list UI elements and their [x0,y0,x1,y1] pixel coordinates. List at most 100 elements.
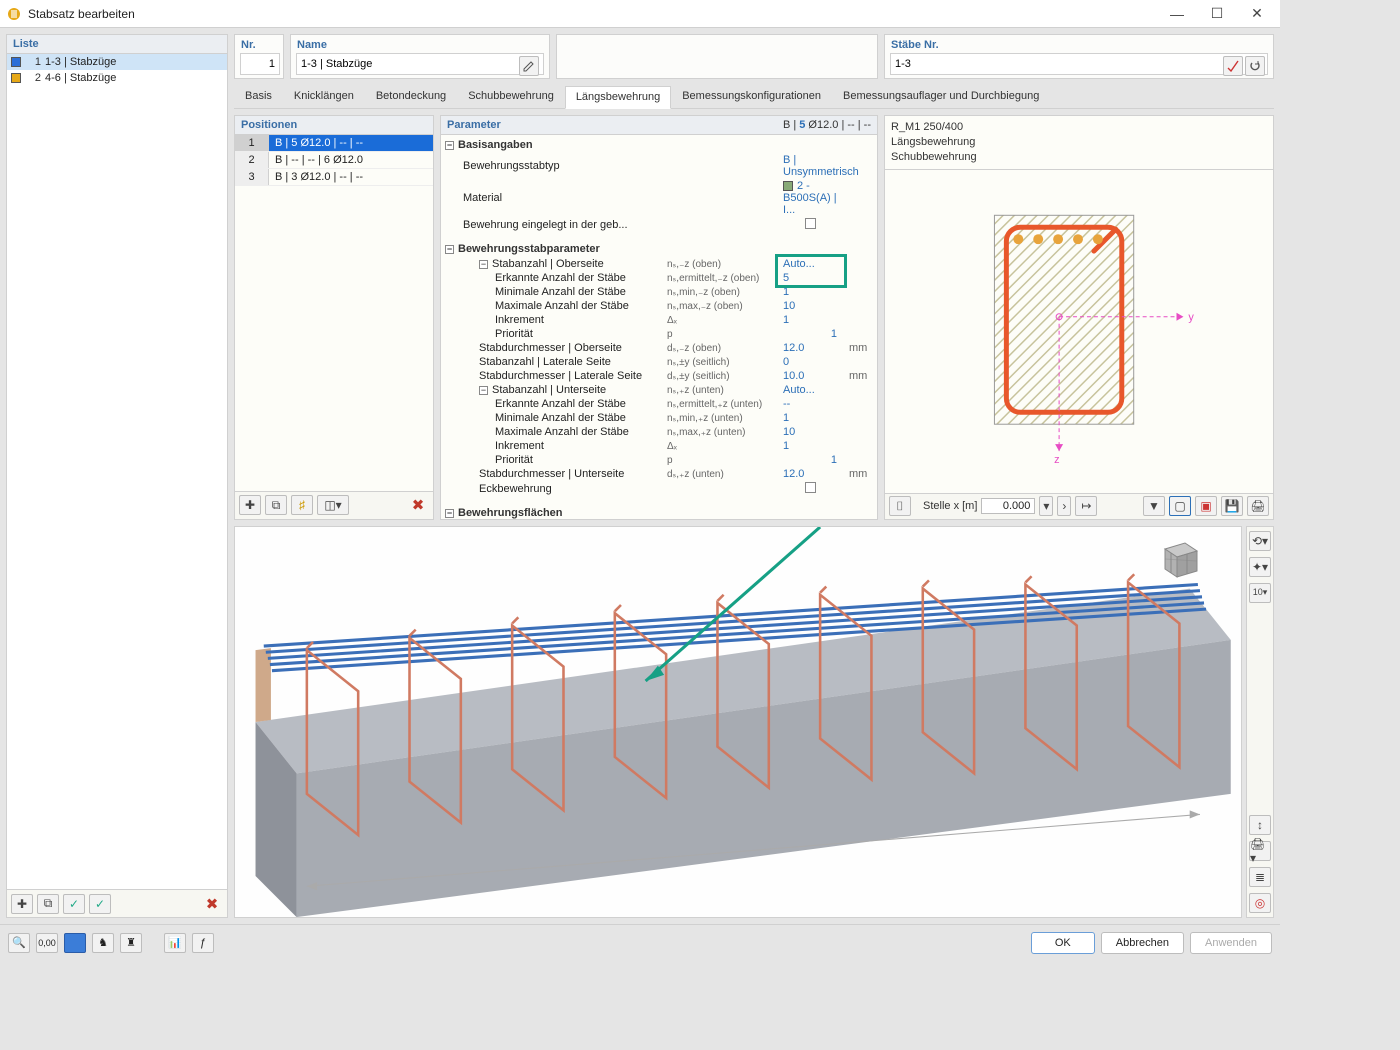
param-row[interactable]: Erkannte Anzahl der Stäbe nₛ,ermittelt,₊… [441,397,877,411]
position-row[interactable]: 3B | 3 Ø12.0 | -- | -- [235,169,433,186]
param-value[interactable]: 1 [783,454,841,466]
param-group-header[interactable]: −Bewehrungsflächen [441,505,877,520]
close-button[interactable]: ✕ [1246,5,1268,23]
list-row[interactable]: 2 4-6 | Stabzüge [7,70,227,86]
cs-section-icon[interactable]: ⌷ [889,496,911,516]
param-row[interactable]: Priorität p 1 [441,453,877,467]
param-row[interactable]: Inkrement Δₓ 1 [441,313,877,327]
minimize-button[interactable]: — [1166,5,1188,23]
param-row[interactable]: Erkannte Anzahl der Stäbe nₛ,ermittelt,₋… [441,271,877,285]
param-row[interactable]: Bewehrungsstabtyp B | Unsymmetrisch [441,153,877,179]
footer-script-icon[interactable]: ƒ [192,933,214,953]
tab-basis[interactable]: Basis [234,85,283,108]
param-value[interactable]: 1 [783,440,841,452]
tab-beton[interactable]: Betondeckung [365,85,457,108]
tab-schub[interactable]: Schubbewehrung [457,85,565,108]
pos-view-button[interactable]: ◫▾ [317,495,349,515]
cs-filter-icon[interactable]: ▼ [1143,496,1165,516]
collapse-icon[interactable]: − [445,141,454,150]
position-row[interactable]: 1B | 5 Ø12.0 | -- | -- [235,135,433,152]
param-row[interactable]: Maximale Anzahl der Stäbe nₛ,max,₊z (unt… [441,425,877,439]
param-value[interactable]: 5 [783,272,841,284]
collapse-icon[interactable]: − [445,509,454,518]
param-value[interactable]: 12.0 [783,342,841,354]
reset-members-icon[interactable] [1245,56,1265,76]
vp-axes-icon[interactable]: ✦▾ [1249,557,1271,577]
param-value[interactable]: 0 [783,356,841,368]
param-value[interactable]: Auto... [783,384,841,396]
maximize-button[interactable]: ☐ [1206,5,1228,23]
footer-search-icon[interactable]: 🔍 [8,933,30,953]
param-value[interactable] [783,218,841,232]
param-value[interactable]: -- [783,398,841,410]
param-row[interactable]: Maximale Anzahl der Stäbe nₛ,max,₋z (obe… [441,299,877,313]
param-value[interactable]: 10 [783,426,841,438]
param-row[interactable]: −Stabanzahl | Oberseite nₛ,₋z (oben) Aut… [441,257,877,271]
name-edit-icon[interactable] [519,56,539,76]
check-off-button[interactable]: ✓ [89,894,111,914]
new-item-button[interactable]: ✚ [11,894,33,914]
tab-knick[interactable]: Knicklängen [283,85,365,108]
copy-item-button[interactable]: ⧉ [37,894,59,914]
vp-reverse-icon[interactable]: ↕ [1249,815,1271,835]
param-row[interactable]: Stabdurchmesser | Unterseite dₛ,₊z (unte… [441,467,877,481]
param-row[interactable]: Eckbewehrung [441,481,877,497]
param-row[interactable]: −Stabanzahl | Unterseite nₛ,₊z (unten) A… [441,383,877,397]
footer-wizard2-icon[interactable]: ♜ [120,933,142,953]
param-value[interactable]: 1 [783,286,841,298]
param-group-header[interactable]: −Bewehrungsstabparameter [441,241,877,257]
pos-copy-button[interactable]: ⧉ [265,495,287,515]
nr-input[interactable] [241,54,279,74]
collapse-icon[interactable]: − [445,245,454,254]
pick-members-icon[interactable] [1223,56,1243,76]
param-row[interactable]: Inkrement Δₓ 1 [441,439,877,453]
name-input[interactable] [297,54,543,74]
stelle-step-icon[interactable]: › [1057,496,1071,516]
param-value[interactable]: 1 [783,412,841,424]
footer-color-icon[interactable] [64,933,86,953]
param-value[interactable]: 2 - B500S(A) | I... [783,180,841,216]
param-value[interactable]: 12.0 [783,468,841,480]
stelle-spin-icon[interactable]: ▾ [1039,496,1053,516]
tab-laengs[interactable]: Längsbewehrung [565,86,671,109]
expand-icon[interactable]: − [479,386,488,395]
param-value[interactable]: 1 [783,314,841,326]
pos-sort-button[interactable]: ♯ [291,495,313,515]
footer-chart-icon[interactable]: 📊 [164,933,186,953]
cross-section-view[interactable]: y z [884,170,1274,494]
param-value[interactable]: B | Unsymmetrisch [783,154,841,178]
param-row[interactable]: Stabdurchmesser | Laterale Seite dₛ,±y (… [441,369,877,383]
tab-bkonf[interactable]: Bemessungskonfigurationen [671,85,832,108]
param-value[interactable]: 10.0 [783,370,841,382]
viewport-3d[interactable] [234,526,1242,918]
tab-bauf[interactable]: Bemessungsauflager und Durchbiegung [832,85,1050,108]
vp-list-icon[interactable]: ≣ [1249,867,1271,887]
cs-save-icon[interactable]: 💾 [1221,496,1243,516]
param-value[interactable]: Auto... [783,258,841,270]
delete-item-button[interactable]: ✖ [201,894,223,914]
checkbox[interactable] [805,482,816,493]
vp-print-icon[interactable]: 🖨▾ [1249,841,1271,861]
check-on-button[interactable]: ✓ [63,894,85,914]
ok-button[interactable]: OK [1031,932,1095,954]
cs-view2-icon[interactable]: ▣ [1195,496,1217,516]
param-row[interactable]: Minimale Anzahl der Stäbe nₛ,min,₋z (obe… [441,285,877,299]
vp-scale-icon[interactable]: 10▾ [1249,583,1271,603]
pos-delete-button[interactable]: ✖ [407,495,429,515]
param-group-header[interactable]: −Basisangaben [441,137,877,153]
param-row[interactable]: Priorität p 1 [441,327,877,341]
list-row[interactable]: 1 1-3 | Stabzüge [7,54,227,70]
cancel-button[interactable]: Abbrechen [1101,932,1184,954]
vp-orbit-icon[interactable]: ⟲▾ [1249,531,1271,551]
footer-wizard1-icon[interactable]: ♞ [92,933,114,953]
param-row[interactable]: Material 2 - B500S(A) | I... [441,179,877,217]
param-row[interactable]: Stabdurchmesser | Oberseite dₛ,₋z (oben)… [441,341,877,355]
checkbox[interactable] [805,218,816,229]
stelle-apply-icon[interactable]: ↦ [1075,496,1097,516]
param-value[interactable] [783,482,841,496]
position-row[interactable]: 2B | -- | -- | 6 Ø12.0 [235,152,433,169]
param-row[interactable]: Stabanzahl | Laterale Seite nₛ,±y (seitl… [441,355,877,369]
expand-icon[interactable]: − [479,260,488,269]
footer-precision-icon[interactable]: 0,00 [36,933,58,953]
vp-target-icon[interactable]: ◎ [1249,893,1271,913]
